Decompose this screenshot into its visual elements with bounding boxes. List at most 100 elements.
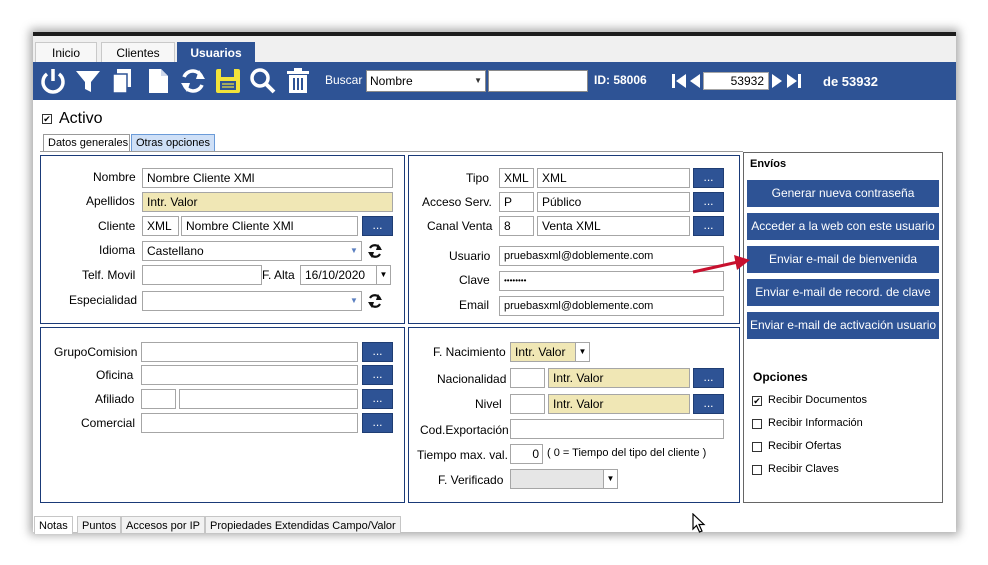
tab-inicio[interactable]: Inicio bbox=[35, 42, 97, 62]
delete-icon[interactable] bbox=[283, 66, 313, 96]
acceso-value-field[interactable]: Público bbox=[537, 192, 690, 212]
activo-checkbox[interactable]: ✔ bbox=[42, 114, 52, 124]
especialidad-select[interactable]: ▼ bbox=[142, 291, 362, 311]
search-icon[interactable] bbox=[248, 66, 278, 96]
recibir-documentos-checkbox[interactable]: ✔ bbox=[752, 396, 762, 406]
especialidad-refresh-icon[interactable] bbox=[367, 293, 383, 309]
tipo-label: Tipo bbox=[466, 171, 489, 185]
tab-propiedades-extendidas[interactable]: Propiedades Extendidas Campo/Valor bbox=[205, 516, 401, 534]
last-record-icon[interactable] bbox=[784, 73, 802, 89]
tab-clientes[interactable]: Clientes bbox=[101, 42, 175, 62]
access-web-button[interactable]: Acceder a la web con este usuario bbox=[747, 213, 939, 240]
apellidos-field[interactable]: Intr. Valor bbox=[142, 192, 393, 212]
tab-puntos[interactable]: Puntos bbox=[77, 516, 122, 534]
cod-exportacion-label: Cod.Exportación bbox=[420, 423, 509, 437]
grupo-comision-lookup-button[interactable]: ... bbox=[362, 342, 393, 362]
acceso-serv-label: Acceso Serv. bbox=[422, 195, 492, 209]
generate-password-button[interactable]: Generar nueva contraseña bbox=[747, 180, 939, 207]
canal-venta-label: Canal Venta bbox=[427, 219, 493, 233]
recibir-informacion-label: Recibir Información bbox=[768, 417, 863, 429]
cliente-lookup-button[interactable]: ... bbox=[362, 216, 393, 236]
chevron-down-icon: ▼ bbox=[350, 246, 358, 255]
next-record-icon[interactable] bbox=[771, 73, 783, 89]
send-password-reminder-button[interactable]: Enviar e-mail de record. de clave bbox=[747, 279, 939, 306]
tiempo-max-field[interactable]: 0 bbox=[510, 444, 543, 464]
acceso-lookup-button[interactable]: ... bbox=[693, 192, 724, 212]
record-total: de 53932 bbox=[823, 74, 878, 89]
tipo-code-field[interactable]: XML bbox=[499, 168, 534, 188]
buscar-field-select[interactable]: Nombre ▼ bbox=[366, 70, 486, 92]
search-input[interactable] bbox=[488, 70, 588, 92]
recibir-claves-label: Recibir Claves bbox=[768, 463, 839, 475]
refresh-icon[interactable] bbox=[178, 66, 208, 96]
nacionalidad-code-field[interactable] bbox=[510, 368, 545, 388]
nacionalidad-field[interactable]: Intr. Valor bbox=[548, 368, 690, 388]
canal-value-field[interactable]: Venta XML bbox=[537, 216, 690, 236]
nivel-lookup-button[interactable]: ... bbox=[693, 394, 724, 414]
power-icon[interactable] bbox=[38, 66, 68, 96]
previous-record-icon[interactable] bbox=[689, 73, 701, 89]
tab-datos-generales[interactable]: Datos generales bbox=[43, 134, 130, 152]
send-activation-email-button[interactable]: Enviar e-mail de activación usuario bbox=[747, 312, 939, 339]
main-tab-bar: Inicio Clientes Usuarios bbox=[33, 36, 956, 63]
nivel-code-field[interactable] bbox=[510, 394, 545, 414]
save-icon[interactable] bbox=[213, 66, 243, 96]
chevron-down-icon: ▼ bbox=[474, 76, 482, 85]
record-number-input[interactable]: 53932 bbox=[703, 72, 769, 90]
comercial-field[interactable] bbox=[141, 413, 358, 433]
first-record-icon[interactable] bbox=[671, 73, 689, 89]
recibir-informacion-checkbox[interactable] bbox=[752, 419, 762, 429]
usuario-label: Usuario bbox=[449, 249, 491, 263]
oficina-field[interactable] bbox=[141, 365, 358, 385]
fecha-nacimiento-label: F. Nacimiento bbox=[433, 345, 506, 359]
subtab-divider bbox=[40, 151, 743, 152]
fecha-verificado-field[interactable]: ▼ bbox=[510, 469, 618, 489]
tiempo-max-label: Tiempo max. val. bbox=[417, 448, 508, 462]
email-field[interactable]: pruebasxml@doblemente.com bbox=[499, 296, 724, 316]
oficina-label: Oficina bbox=[96, 368, 134, 382]
acceso-code-field[interactable]: P bbox=[499, 192, 534, 212]
oficina-lookup-button[interactable]: ... bbox=[362, 365, 393, 385]
idioma-refresh-icon[interactable] bbox=[367, 243, 383, 259]
comercial-lookup-button[interactable]: ... bbox=[362, 413, 393, 433]
cliente-name-field[interactable]: Nombre Cliente XMl bbox=[181, 216, 358, 236]
cliente-code-field[interactable]: XML bbox=[142, 216, 179, 236]
nivel-field[interactable]: Intr. Valor bbox=[548, 394, 690, 414]
copy-icon[interactable] bbox=[108, 66, 138, 96]
cliente-label: Cliente bbox=[98, 219, 136, 233]
afiliado-label: Afiliado bbox=[95, 392, 135, 406]
canal-code-field[interactable]: 8 bbox=[499, 216, 534, 236]
idioma-select[interactable]: Castellano ▼ bbox=[142, 241, 362, 261]
tab-usuarios[interactable]: Usuarios bbox=[177, 42, 255, 62]
afiliado-name-field[interactable] bbox=[179, 389, 358, 409]
tab-otras-opciones[interactable]: Otras opciones bbox=[131, 134, 215, 152]
new-document-icon[interactable] bbox=[143, 66, 173, 96]
comercial-label: Comercial bbox=[81, 416, 136, 430]
fecha-alta-field[interactable]: 16/10/2020 ▼ bbox=[300, 265, 391, 285]
apellidos-label: Apellidos bbox=[86, 194, 135, 208]
email-label: Email bbox=[459, 298, 490, 312]
fecha-nacimiento-value: Intr. Valor bbox=[515, 345, 566, 359]
clave-label: Clave bbox=[459, 273, 490, 287]
idioma-value: Castellano bbox=[147, 244, 204, 258]
nacionalidad-label: Nacionalidad bbox=[437, 372, 507, 386]
nacionalidad-lookup-button[interactable]: ... bbox=[693, 368, 724, 388]
especialidad-label: Especialidad bbox=[69, 293, 138, 307]
tab-accesos-ip[interactable]: Accesos por IP bbox=[121, 516, 205, 534]
tipo-lookup-button[interactable]: ... bbox=[693, 168, 724, 188]
send-welcome-email-button[interactable]: Enviar e-mail de bienvenida bbox=[747, 246, 939, 273]
telf-movil-field[interactable] bbox=[142, 265, 262, 285]
afiliado-lookup-button[interactable]: ... bbox=[362, 389, 393, 409]
tab-notas[interactable]: Notas bbox=[34, 516, 73, 534]
cod-exportacion-field[interactable] bbox=[510, 419, 724, 439]
filter-icon[interactable] bbox=[73, 66, 103, 96]
grupo-comision-field[interactable] bbox=[141, 342, 358, 362]
recibir-claves-checkbox[interactable] bbox=[752, 465, 762, 475]
nombre-field[interactable]: Nombre Cliente XMl bbox=[142, 168, 393, 188]
tipo-value-field[interactable]: XML bbox=[537, 168, 690, 188]
fecha-nacimiento-field[interactable]: Intr. Valor ▼ bbox=[510, 342, 590, 362]
record-id: ID: 58006 bbox=[594, 73, 647, 87]
canal-lookup-button[interactable]: ... bbox=[693, 216, 724, 236]
afiliado-code-field[interactable] bbox=[141, 389, 176, 409]
recibir-ofertas-checkbox[interactable] bbox=[752, 442, 762, 452]
